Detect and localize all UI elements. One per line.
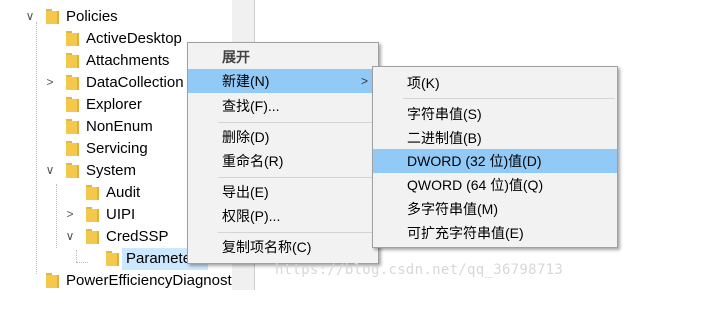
tree-item-label: Attachments	[86, 52, 170, 69]
submenu-item-multi-string-value[interactable]: 多字符串值(M)	[373, 197, 617, 221]
tree-item-label: NonEnum	[86, 118, 153, 135]
menu-item-label: 展开	[222, 49, 250, 65]
tree-item-label: Audit	[106, 184, 141, 201]
menu-item-rename[interactable]: 重命名(R)	[188, 149, 378, 173]
chevron-down-icon[interactable]: ∨	[24, 8, 36, 24]
tree-item-label: UIPI	[106, 206, 136, 223]
submenu-item-key[interactable]: 项(K)	[373, 71, 617, 95]
submenu-item-qword-value[interactable]: QWORD (64 位)值(Q)	[373, 173, 617, 197]
folder-icon	[86, 229, 99, 244]
folder-icon	[66, 75, 79, 90]
menu-item-permissions[interactable]: 权限(P)...	[188, 204, 378, 228]
menu-item-label: 项(K)	[407, 75, 440, 91]
tree-item-label: Explorer	[86, 96, 142, 113]
menu-item-label: 查找(F)...	[222, 98, 280, 114]
tree-item-label: Servicing	[86, 140, 148, 157]
context-menu: 展开 新建(N) > 查找(F)... 删除(D) 重命名(R) 导出(E) 权…	[187, 42, 379, 264]
chevron-down-icon[interactable]: ∨	[64, 228, 76, 244]
folder-icon	[66, 163, 79, 178]
menu-item-new[interactable]: 新建(N) >	[188, 69, 378, 93]
menu-item-label: 导出(E)	[222, 184, 269, 200]
folder-icon	[66, 141, 79, 156]
tree-item-label: ActiveDesktop	[86, 30, 182, 47]
menu-header-expand[interactable]: 展开	[188, 45, 378, 69]
menu-item-export[interactable]: 导出(E)	[188, 180, 378, 204]
menu-item-delete[interactable]: 删除(D)	[188, 125, 378, 149]
tree-item-label: DataCollection	[86, 74, 184, 91]
chevron-right-icon[interactable]: >	[44, 74, 56, 90]
menu-item-label: 可扩充字符串值(E)	[407, 225, 524, 241]
menu-separator	[218, 177, 376, 178]
tree-item-label: Policies	[66, 8, 118, 25]
folder-icon	[86, 185, 99, 200]
watermark-text: https://blog.csdn.net/qq_36798713	[275, 262, 564, 278]
menu-item-label: 字符串值(S)	[407, 106, 482, 122]
menu-separator	[218, 232, 376, 233]
tree-item-label: PowerEfficiencyDiagnostics	[66, 272, 232, 289]
folder-icon	[46, 9, 59, 24]
submenu-item-expandable-string-value[interactable]: 可扩充字符串值(E)	[373, 221, 617, 245]
menu-item-label: 复制项名称(C)	[222, 239, 312, 255]
menu-item-label: 二进制值(B)	[407, 130, 482, 146]
menu-item-label: 多字符串值(M)	[407, 201, 498, 217]
chevron-down-icon[interactable]: ∨	[44, 162, 56, 178]
folder-icon	[46, 273, 59, 288]
folder-icon	[66, 53, 79, 68]
folder-icon	[66, 31, 79, 46]
menu-item-copy-key-name[interactable]: 复制项名称(C)	[188, 235, 378, 259]
folder-icon	[66, 119, 79, 134]
menu-item-find[interactable]: 查找(F)...	[188, 94, 378, 118]
folder-icon	[106, 251, 119, 266]
menu-item-label: 重命名(R)	[222, 153, 284, 169]
submenu-arrow-icon: >	[360, 74, 368, 88]
tree-item-label: CredSSP	[106, 228, 169, 245]
chevron-right-icon[interactable]: >	[64, 206, 76, 222]
menu-item-label: QWORD (64 位)值(Q)	[407, 177, 544, 193]
submenu-item-string-value[interactable]: 字符串值(S)	[373, 102, 617, 126]
menu-item-label: DWORD (32 位)值(D)	[407, 153, 542, 169]
menu-item-label: 权限(P)...	[222, 208, 281, 224]
menu-item-label: 删除(D)	[222, 129, 270, 145]
tree-item-label: System	[86, 162, 137, 179]
new-submenu: 项(K) 字符串值(S) 二进制值(B) DWORD (32 位)值(D) QW…	[372, 66, 618, 248]
submenu-item-dword-value[interactable]: DWORD (32 位)值(D)	[373, 149, 617, 173]
submenu-item-binary-value[interactable]: 二进制值(B)	[373, 126, 617, 150]
folder-icon	[86, 207, 99, 222]
tree-item-powerefficiencydiagnostics[interactable]: PowerEfficiencyDiagnostics	[0, 270, 232, 292]
menu-separator	[403, 98, 615, 99]
tree-item-policies[interactable]: ∨ Policies	[0, 6, 232, 28]
folder-icon	[66, 97, 79, 112]
menu-separator	[218, 122, 376, 123]
menu-item-label: 新建(N)	[222, 73, 270, 89]
